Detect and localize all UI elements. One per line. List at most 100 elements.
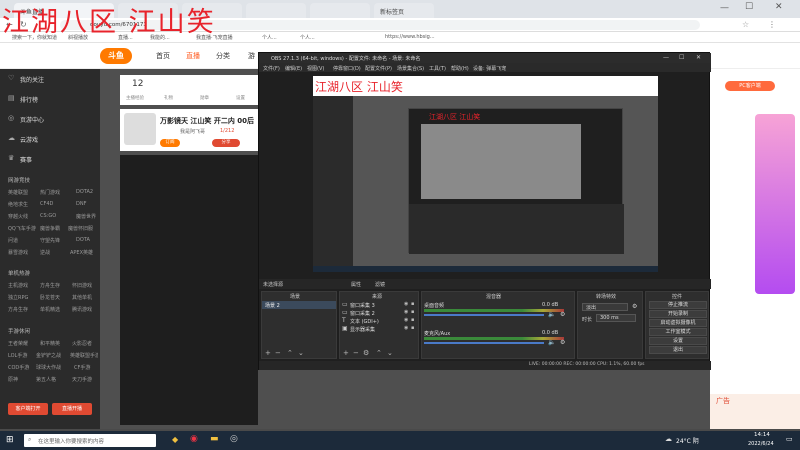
category-link[interactable]: 腾讯游戏	[72, 306, 92, 313]
category-link[interactable]: 英雄联盟手游	[70, 352, 98, 359]
move-up-icon[interactable]: ⌃	[376, 349, 382, 357]
menu-icon[interactable]: ⋮	[768, 20, 776, 29]
sidebar-item-events[interactable]: 赛事	[20, 155, 32, 164]
bookmark-item[interactable]: https://www.hbsig...	[385, 34, 435, 40]
category-link[interactable]: 球球大作战	[36, 364, 68, 371]
volume-slider[interactable]	[424, 342, 544, 344]
avatar[interactable]	[124, 113, 156, 145]
clock-time[interactable]: 14:14	[754, 432, 770, 438]
pc-client-button[interactable]: PC客户端	[725, 81, 775, 91]
nav-category[interactable]: 分类	[216, 51, 230, 61]
category-link[interactable]: 其他单机	[72, 294, 92, 301]
close-icon[interactable]: ✕	[775, 2, 783, 12]
category-link[interactable]: COD手游	[8, 364, 29, 371]
nav-live[interactable]: 直播	[186, 51, 200, 61]
taskbar-search[interactable]: ⌕ 在这里输入你要搜索的内容	[24, 434, 156, 447]
chrome-icon[interactable]: ◉	[190, 434, 198, 444]
windows-start-icon[interactable]: ⊞	[6, 435, 14, 445]
obs-close-icon[interactable]: ✕	[696, 54, 701, 61]
source-item[interactable]: ▭ 窗口采集 2 ◉ ▪	[340, 309, 418, 317]
source-item[interactable]: ▣ 显示器采集 ◉ ▪	[340, 325, 418, 333]
obs-icon[interactable]: ◎	[230, 434, 238, 444]
category-link[interactable]: DOTA2	[76, 189, 93, 195]
category-link[interactable]: 天刀手游	[72, 376, 92, 383]
obs-menu-help[interactable]: 帮助(H)	[451, 65, 469, 72]
ad-box[interactable]: 广告	[710, 394, 800, 429]
nav-home[interactable]: 首页	[156, 51, 170, 61]
obs-menu-scenes[interactable]: 场景集合(S)	[397, 65, 424, 72]
category-link[interactable]: 绝地求生	[8, 201, 28, 208]
category-link[interactable]: 守望先锋	[40, 237, 60, 244]
category-link[interactable]: 暴雪游戏	[8, 249, 28, 256]
remove-scene-icon[interactable]: −	[275, 349, 281, 357]
stop-stream-button[interactable]: 停止推流	[649, 301, 707, 309]
category-link[interactable]: 和平精英	[40, 340, 60, 347]
sidebar-item-webgame[interactable]: 页游中心	[20, 115, 44, 124]
obs-menu-tools[interactable]: 工具(T)	[429, 65, 446, 72]
category-link[interactable]: DNF	[76, 201, 86, 207]
virtual-camera-button[interactable]: 启动虚拟摄像机	[649, 319, 707, 327]
obs-menu-edit[interactable]: 编辑(E)	[285, 65, 302, 72]
browser-tab[interactable]: 新标签页	[374, 3, 434, 18]
obs-preview[interactable]: 江湖八区 江山笑 江湖八区 江山笑	[313, 76, 658, 272]
category-link[interactable]: 金铲铲之战	[36, 352, 61, 359]
start-live-button[interactable]: 直播开播	[52, 403, 92, 415]
category-link[interactable]: 魔兽世界	[76, 213, 96, 220]
obs-menu-dock[interactable]: 停靠窗口(D)	[333, 65, 361, 72]
bookmark-item[interactable]: 个人...	[262, 34, 277, 41]
maximize-icon[interactable]: ☐	[745, 2, 753, 12]
category-link[interactable]: CF4D	[40, 201, 53, 207]
duration-input[interactable]: 300 ms	[596, 314, 636, 322]
open-client-button[interactable]: 客户端打开	[8, 403, 48, 415]
category-link[interactable]: 逆战	[40, 249, 50, 256]
bookmark-item[interactable]: 个人...	[300, 34, 315, 41]
category-link[interactable]: LOL手游	[8, 352, 27, 359]
exit-button[interactable]: 退出	[649, 346, 707, 354]
folder-icon[interactable]: ▬	[210, 434, 219, 444]
category-link[interactable]: 怀旧游戏	[72, 282, 92, 289]
source-settings-icon[interactable]: ⚙	[363, 349, 369, 357]
category-link[interactable]: 第五人格	[36, 376, 56, 383]
category-link[interactable]: CF手游	[74, 364, 90, 371]
share-button[interactable]: 分享	[212, 139, 240, 147]
move-up-icon[interactable]: ⌃	[287, 349, 293, 357]
category-link[interactable]: 穿越火线	[8, 213, 28, 220]
category-link[interactable]: 王者荣耀	[8, 340, 28, 347]
sidebar-item-rank[interactable]: 排行榜	[20, 95, 38, 104]
follow-button[interactable]: 订阅	[160, 139, 180, 147]
weather-text[interactable]: 24°C 阴	[676, 436, 699, 445]
speaker-icon[interactable]: 🔈	[548, 311, 555, 318]
lock-icon[interactable]: ▪	[411, 301, 414, 307]
category-link[interactable]: CS:GO	[40, 213, 56, 219]
speaker-icon[interactable]: 🔈	[548, 339, 555, 346]
category-link[interactable]: 方舟生存	[8, 306, 28, 313]
eye-icon[interactable]: ◉	[404, 317, 408, 323]
obs-menu-view[interactable]: 视图(V)	[307, 65, 324, 72]
category-link[interactable]: 问道	[8, 237, 18, 244]
category-link[interactable]: 英雄联盟	[8, 189, 28, 196]
transition-select[interactable]: 淡出	[582, 303, 628, 311]
gear-icon[interactable]: ⚙	[560, 339, 565, 346]
lock-icon[interactable]: ▪	[411, 325, 414, 331]
category-link[interactable]: 魔兽争霸	[40, 225, 60, 232]
start-recording-button[interactable]: 开始录制	[649, 310, 707, 318]
eye-icon[interactable]: ◉	[404, 301, 408, 307]
filters-button[interactable]: 滤镜	[375, 281, 385, 288]
app-icon[interactable]: ◆	[172, 435, 178, 444]
eye-icon[interactable]: ◉	[404, 325, 408, 331]
properties-button[interactable]: 属性	[351, 281, 361, 288]
category-link[interactable]: 单机精选	[40, 306, 60, 313]
category-link[interactable]: 主机游戏	[8, 282, 28, 289]
category-link[interactable]: DOTA	[76, 237, 90, 243]
add-source-icon[interactable]: +	[343, 349, 349, 357]
video-player[interactable]	[120, 155, 258, 425]
obs-menu-profile[interactable]: 配置文件(P)	[365, 65, 392, 72]
category-link[interactable]: 卧龙苍天	[40, 294, 60, 301]
star-icon[interactable]: ☆	[742, 20, 749, 29]
obs-menu-device[interactable]: 设备: 弹幕飞宠	[473, 65, 506, 72]
add-scene-icon[interactable]: +	[265, 349, 271, 357]
lock-icon[interactable]: ▪	[411, 309, 414, 315]
remove-source-icon[interactable]: −	[353, 349, 359, 357]
category-link[interactable]: 原神	[8, 376, 18, 383]
category-link[interactable]: 热门游戏	[40, 189, 60, 196]
